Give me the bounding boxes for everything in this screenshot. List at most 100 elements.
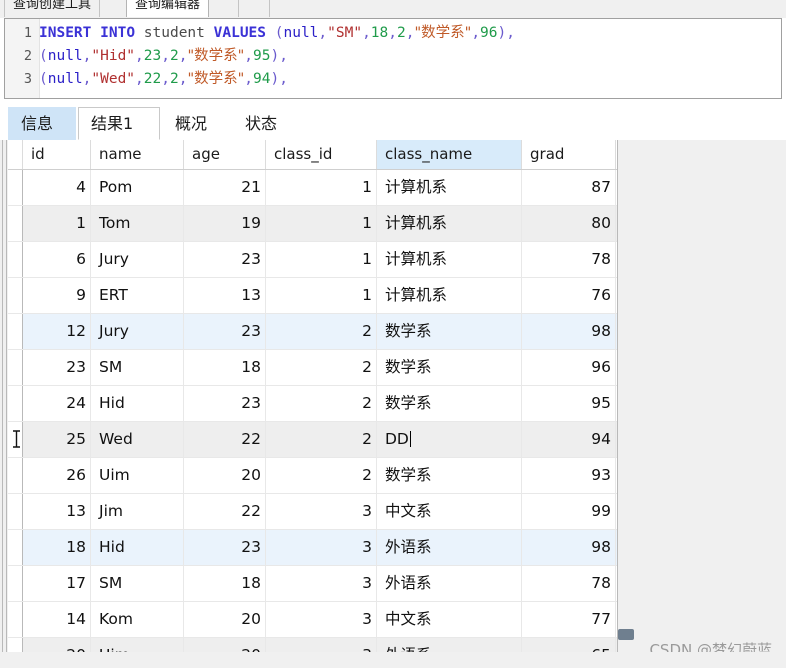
- row-selector-cell[interactable]: [8, 422, 23, 457]
- cell-id[interactable]: 6: [23, 242, 91, 277]
- cell-class-id[interactable]: 2: [266, 458, 377, 493]
- table-row[interactable]: 14 Kom 20 3 中文系 77: [8, 602, 617, 638]
- cell-class-name[interactable]: 中文系: [377, 602, 522, 637]
- tab-query-editor[interactable]: 查询编辑器: [126, 0, 210, 17]
- cell-name[interactable]: Uim: [91, 638, 184, 652]
- cell-id[interactable]: 13: [23, 494, 91, 529]
- cell-class-name[interactable]: 计算机系: [377, 242, 522, 277]
- table-row[interactable]: 23 SM 18 2 数学系 96: [8, 350, 617, 386]
- row-selector-cell[interactable]: [8, 386, 23, 421]
- cell-class-name[interactable]: 计算机系: [377, 170, 522, 205]
- cell-grad[interactable]: 98: [522, 314, 616, 349]
- tab-result1[interactable]: 结果1: [78, 107, 160, 140]
- cell-grad[interactable]: 77: [522, 602, 616, 637]
- cell-id[interactable]: 26: [23, 458, 91, 493]
- cell-grad[interactable]: 80: [522, 206, 616, 241]
- cell-name[interactable]: Jim: [91, 494, 184, 529]
- cell-grad[interactable]: 87: [522, 170, 616, 205]
- cell-class-name[interactable]: 数学系: [377, 458, 522, 493]
- cell-class-name[interactable]: 数学系: [377, 314, 522, 349]
- cell-class-id[interactable]: 1: [266, 170, 377, 205]
- cell-class-id[interactable]: 2: [266, 314, 377, 349]
- cell-age[interactable]: 20: [184, 638, 266, 652]
- cell-id[interactable]: 4: [23, 170, 91, 205]
- column-header-age[interactable]: age: [184, 140, 266, 169]
- table-row[interactable]: 20Uim203外语系65: [8, 638, 617, 652]
- cell-class-id[interactable]: 3: [266, 638, 377, 652]
- cell-age[interactable]: 23: [184, 242, 266, 277]
- row-selector-cell[interactable]: [8, 458, 23, 493]
- cell-name[interactable]: Tom: [91, 206, 184, 241]
- cell-grad[interactable]: 78: [522, 566, 616, 601]
- row-selector-cell[interactable]: [8, 494, 23, 529]
- cell-age[interactable]: 22: [184, 494, 266, 529]
- cell-id[interactable]: 23: [23, 350, 91, 385]
- column-header-grad[interactable]: grad: [522, 140, 616, 169]
- row-selector-cell[interactable]: [8, 170, 23, 205]
- table-row[interactable]: 25 Wed 22 2 DD 94: [8, 422, 617, 458]
- row-selector-cell[interactable]: [8, 566, 23, 601]
- column-header-id[interactable]: id: [23, 140, 91, 169]
- cell-id[interactable]: 18: [23, 530, 91, 565]
- sql-editor[interactable]: 1 2 3 INSERT INTO student VALUES (null,"…: [4, 18, 782, 99]
- tab-profile[interactable]: 概况: [162, 107, 230, 140]
- cell-grad[interactable]: 95: [522, 386, 616, 421]
- cell-age[interactable]: 19: [184, 206, 266, 241]
- tab-extra[interactable]: [238, 0, 270, 17]
- cell-grad[interactable]: 96: [522, 350, 616, 385]
- cell-id[interactable]: 20: [23, 638, 91, 652]
- cell-class-id[interactable]: 3: [266, 566, 377, 601]
- table-row[interactable]: 1 Tom 19 1 计算机系 80: [8, 206, 617, 242]
- column-header-class-id[interactable]: class_id: [266, 140, 377, 169]
- cell-age[interactable]: 20: [184, 602, 266, 637]
- table-row[interactable]: 9 ERT 13 1 计算机系 76: [8, 278, 617, 314]
- table-row[interactable]: 26 Uim 20 2 数学系 93: [8, 458, 617, 494]
- row-selector-cell[interactable]: [8, 242, 23, 277]
- table-row[interactable]: 12 Jury 23 2 数学系 98: [8, 314, 617, 350]
- cell-class-id[interactable]: 1: [266, 206, 377, 241]
- cell-class-name[interactable]: 外语系: [377, 566, 522, 601]
- cell-name[interactable]: ERT: [91, 278, 184, 313]
- cell-class-id[interactable]: 3: [266, 602, 377, 637]
- cell-id[interactable]: 14: [23, 602, 91, 637]
- cell-id[interactable]: 9: [23, 278, 91, 313]
- cell-name[interactable]: Hid: [91, 530, 184, 565]
- cell-name[interactable]: Jury: [91, 242, 184, 277]
- cell-age[interactable]: 21: [184, 170, 266, 205]
- table-row[interactable]: 13 Jim 22 3 中文系 99: [8, 494, 617, 530]
- column-header-name[interactable]: name: [91, 140, 184, 169]
- cell-name[interactable]: SM: [91, 350, 184, 385]
- row-selector-cell[interactable]: [8, 638, 23, 652]
- cell-class-name[interactable]: 外语系: [377, 638, 522, 652]
- cell-grad[interactable]: 99: [522, 494, 616, 529]
- cell-grad[interactable]: 76: [522, 278, 616, 313]
- cell-name[interactable]: Wed: [91, 422, 184, 457]
- row-selector-cell[interactable]: [8, 602, 23, 637]
- cell-class-id[interactable]: 2: [266, 422, 377, 457]
- tab-status[interactable]: 状态: [232, 107, 300, 140]
- cell-name[interactable]: Pom: [91, 170, 184, 205]
- cell-class-id[interactable]: 1: [266, 242, 377, 277]
- cell-id[interactable]: 24: [23, 386, 91, 421]
- cell-name[interactable]: Jury: [91, 314, 184, 349]
- cell-age[interactable]: 23: [184, 386, 266, 421]
- row-selector-cell[interactable]: [8, 350, 23, 385]
- table-row[interactable]: 17 SM 18 3 外语系 78: [8, 566, 617, 602]
- table-row[interactable]: 24 Hid 23 2 数学系 95: [8, 386, 617, 422]
- cell-class-name[interactable]: 数学系: [377, 350, 522, 385]
- cell-class-name[interactable]: 计算机系: [377, 206, 522, 241]
- cell-grad[interactable]: 94: [522, 422, 616, 457]
- sql-code-area[interactable]: INSERT INTO student VALUES (null,"SM",18…: [39, 19, 781, 98]
- cell-name[interactable]: Hid: [91, 386, 184, 421]
- cell-age[interactable]: 22: [184, 422, 266, 457]
- cell-name[interactable]: Uim: [91, 458, 184, 493]
- cell-grad[interactable]: 65: [522, 638, 616, 652]
- cell-name[interactable]: SM: [91, 566, 184, 601]
- cell-class-name[interactable]: 数学系: [377, 386, 522, 421]
- cell-age[interactable]: 18: [184, 350, 266, 385]
- cell-grad[interactable]: 78: [522, 242, 616, 277]
- cell-age[interactable]: 23: [184, 314, 266, 349]
- tab-query-builder[interactable]: 查询创建工具: [4, 0, 101, 17]
- table-row[interactable]: 6 Jury 23 1 计算机系 78: [8, 242, 617, 278]
- cell-class-id[interactable]: 3: [266, 530, 377, 565]
